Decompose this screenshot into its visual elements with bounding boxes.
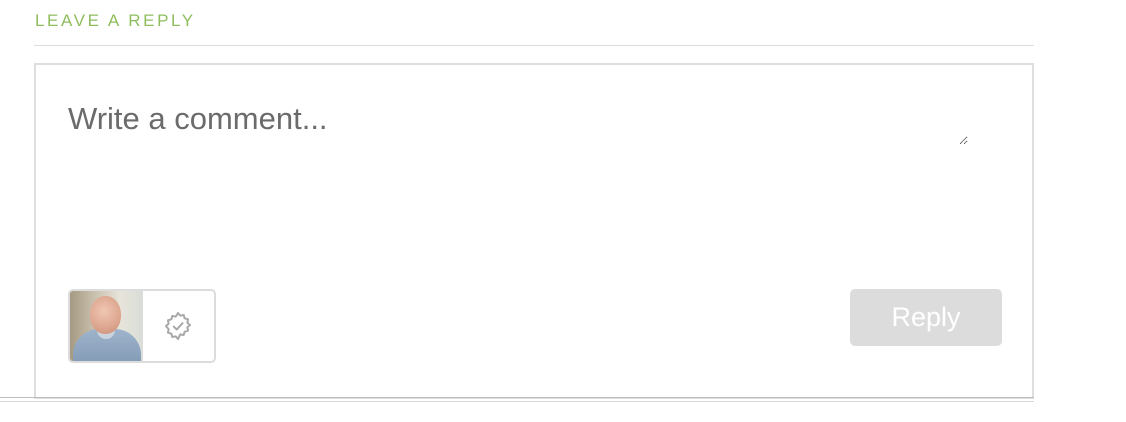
title-divider xyxy=(34,45,1034,46)
comment-box: Reply xyxy=(34,63,1034,399)
avatar[interactable] xyxy=(70,291,142,361)
comment-form-page: Leave a Reply Reply xyxy=(0,0,1126,422)
gear-icon xyxy=(165,311,192,341)
avatar-head xyxy=(90,296,121,334)
identity-selector xyxy=(68,289,216,363)
comment-input[interactable] xyxy=(68,101,968,145)
bottom-divider xyxy=(0,397,1034,398)
settings-button[interactable] xyxy=(141,291,215,361)
bottom-divider-secondary xyxy=(0,401,1034,402)
reply-button[interactable]: Reply xyxy=(850,289,1002,346)
section-title: Leave a Reply xyxy=(35,11,196,30)
